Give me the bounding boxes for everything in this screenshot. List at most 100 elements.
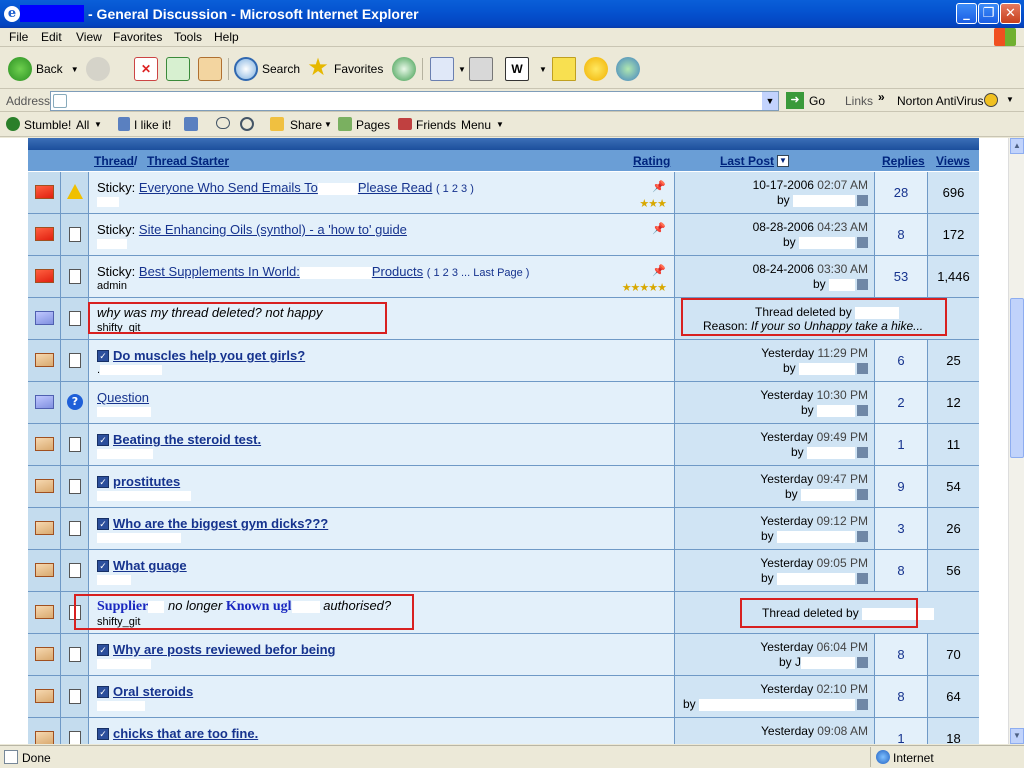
thread-title-link[interactable]: Question (97, 390, 149, 405)
magnifier-icon[interactable] (240, 117, 254, 131)
last-post-sort-link[interactable]: Last Post (720, 154, 774, 168)
share-button[interactable]: Share (290, 118, 322, 132)
thread-starter-sort-link[interactable]: Thread Starter (147, 154, 229, 168)
chevron-down-icon[interactable]: ▼ (539, 65, 547, 74)
replies-link[interactable]: 1 (897, 437, 904, 452)
chevron-down-icon[interactable]: ▼ (324, 120, 332, 129)
favorites-button[interactable]: ★ Favorites (306, 56, 383, 82)
menu-help[interactable]: Help (214, 30, 239, 44)
minimize-button[interactable]: _ (956, 3, 977, 24)
go-to-last-post-icon[interactable] (857, 657, 868, 669)
thread-title-link[interactable]: Who are the biggest gym dicks??? (113, 516, 328, 531)
stumble-button[interactable]: Stumble! (24, 118, 71, 132)
rating-sort-link[interactable]: Rating (633, 154, 670, 168)
replies-link[interactable]: 8 (897, 227, 904, 242)
chevron-down-icon[interactable]: ▼ (1006, 95, 1014, 104)
menu-view[interactable]: View (76, 30, 102, 44)
thread-title-link-part2[interactable]: Products (372, 264, 423, 279)
stop-button[interactable]: ✕ (134, 56, 162, 82)
go-to-last-post-icon[interactable] (857, 573, 868, 585)
replies-link[interactable]: 53 (894, 269, 908, 284)
history-button[interactable] (392, 56, 420, 82)
replies-link[interactable]: 2 (897, 395, 904, 410)
scrollbar-thumb[interactable] (1010, 298, 1024, 458)
comment-icon[interactable] (216, 117, 230, 129)
thread-title-link[interactable]: Everyone Who Send Emails To (139, 180, 318, 195)
go-to-last-post-icon[interactable] (857, 195, 868, 207)
page-links[interactable]: ( 1 2 3 ... Last Page ) (427, 267, 530, 279)
messenger-button[interactable] (616, 56, 644, 82)
address-input[interactable]: ▼ (50, 91, 779, 111)
replies-link[interactable]: 1 (897, 731, 904, 744)
note-button[interactable] (552, 56, 580, 82)
thread-title-link[interactable]: prostitutes (113, 474, 180, 489)
thread-title-link[interactable]: Best Supplements In World: (139, 264, 300, 279)
mail-button[interactable]: ▼ (430, 56, 466, 82)
go-arrow-icon[interactable]: ➜ (786, 92, 804, 109)
pages-button[interactable]: Pages (356, 118, 390, 132)
go-to-last-post-icon[interactable] (857, 405, 868, 417)
thread-starter[interactable]: admin (97, 280, 127, 292)
norton-icon[interactable] (984, 93, 998, 107)
replies-link[interactable]: 6 (897, 353, 904, 368)
search-button[interactable]: Search (234, 56, 300, 82)
menu-edit[interactable]: Edit (41, 30, 62, 44)
thread-sort-link[interactable]: Thread (94, 154, 134, 168)
menu-button[interactable]: Menu (461, 118, 491, 132)
replies-link[interactable]: 9 (897, 479, 904, 494)
menu-file[interactable]: File (9, 30, 28, 44)
edit-button[interactable]: W ▼ (505, 56, 547, 82)
checkmark-icon: ✓ (97, 644, 109, 656)
norton-label[interactable]: Norton AntiVirus (897, 94, 984, 108)
replies-link[interactable]: 8 (897, 689, 904, 704)
thread-title-link[interactable]: chicks that are too fine. (113, 726, 258, 741)
refresh-button[interactable] (166, 56, 194, 82)
thread-title-link-part2[interactable]: Please Read (358, 180, 432, 195)
chevron-down-icon[interactable]: ▼ (458, 65, 466, 74)
go-to-last-post-icon[interactable] (857, 531, 868, 543)
replies-link[interactable]: 8 (897, 647, 904, 662)
close-button[interactable]: ✕ (1000, 3, 1021, 24)
chevron-down-icon[interactable]: ▼ (71, 65, 79, 74)
page-links[interactable]: ( 1 2 3 ) (436, 183, 474, 195)
scroll-up-icon[interactable]: ▲ (1010, 138, 1024, 154)
messenger-smiley-button[interactable] (584, 56, 612, 82)
views-sort-link[interactable]: Views (936, 154, 970, 168)
restore-button[interactable]: ❐ (978, 3, 999, 24)
replies-link[interactable]: 8 (897, 563, 904, 578)
thread-title-link[interactable]: Oral steroids (113, 684, 193, 699)
print-button[interactable] (469, 56, 497, 82)
go-to-last-post-icon[interactable] (857, 279, 868, 291)
thread-title-link[interactable]: Beating the steroid test. (113, 432, 261, 447)
go-to-last-post-icon[interactable] (857, 363, 868, 375)
sort-descending-icon[interactable]: ▼ (777, 155, 789, 167)
chevron-right-icon[interactable]: » (878, 90, 885, 104)
chevron-down-icon[interactable]: ▼ (762, 92, 778, 110)
stumble-all-dropdown[interactable]: All (76, 118, 89, 132)
thumbs-down-icon[interactable] (184, 117, 198, 131)
replies-link[interactable]: 28 (894, 185, 908, 200)
forward-button[interactable] (86, 56, 114, 82)
home-button[interactable] (198, 56, 226, 82)
scroll-down-icon[interactable]: ▼ (1010, 728, 1024, 744)
menu-favorites[interactable]: Favorites (113, 30, 162, 44)
vertical-scrollbar[interactable]: ▲ ▼ (1008, 138, 1024, 744)
go-to-last-post-icon[interactable] (857, 447, 868, 459)
thread-title-link[interactable]: Why are posts reviewed befor being (113, 642, 336, 657)
like-button[interactable]: I like it! (134, 118, 171, 132)
thread-title-link[interactable]: What guage (113, 558, 187, 573)
links-label[interactable]: Links (845, 94, 873, 108)
back-button[interactable]: Back ▼ (8, 56, 79, 82)
go-button[interactable]: Go (809, 94, 825, 108)
menu-tools[interactable]: Tools (174, 30, 202, 44)
replies-link[interactable]: 3 (897, 521, 904, 536)
chevron-down-icon[interactable]: ▼ (496, 120, 504, 129)
go-to-last-post-icon[interactable] (857, 489, 868, 501)
go-to-last-post-icon[interactable] (857, 699, 868, 711)
chevron-down-icon[interactable]: ▼ (94, 120, 102, 129)
replies-sort-link[interactable]: Replies (882, 154, 925, 168)
go-to-last-post-icon[interactable] (857, 237, 868, 249)
friends-button[interactable]: Friends (416, 118, 456, 132)
thread-title-link[interactable]: Site Enhancing Oils (synthol) - a 'how t… (139, 222, 407, 237)
thread-title-link[interactable]: Do muscles help you get girls? (113, 348, 305, 363)
